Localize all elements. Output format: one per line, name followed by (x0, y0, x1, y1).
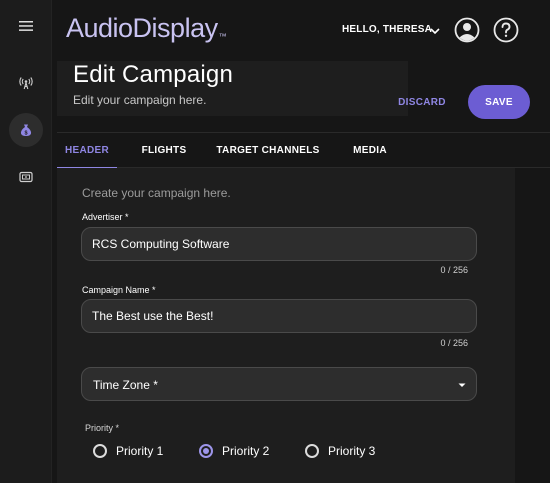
priority-2-label: Priority 2 (222, 444, 270, 458)
priority-3-label: Priority 3 (328, 444, 376, 458)
tab-header[interactable]: HEADER (57, 133, 117, 169)
page-subtitle: Edit your campaign here. (73, 93, 207, 107)
advertiser-input[interactable] (81, 227, 477, 261)
top-bar: AudioDisplay™ HELLO, THERESA (52, 0, 550, 62)
campaign-name-label: Campaign Name * (82, 285, 156, 295)
menu-icon (19, 21, 33, 31)
advertiser-label: Advertiser * (82, 212, 129, 222)
media-card-icon (19, 171, 33, 183)
campaign-name-input[interactable] (81, 299, 477, 333)
app-logo[interactable]: AudioDisplay™ (66, 13, 227, 44)
tab-bar: HEADER FLIGHTS TARGET CHANNELS MEDIA (57, 132, 550, 169)
dropdown-arrow-icon (458, 383, 466, 387)
tab-media[interactable]: MEDIA (343, 133, 397, 168)
advertiser-char-counter: 0 / 256 (440, 265, 468, 275)
priority-3-radio[interactable]: Priority 3 (305, 442, 375, 460)
radio-checked-icon (199, 444, 213, 458)
chevron-down-icon[interactable] (428, 24, 442, 38)
account-circle-icon[interactable] (454, 17, 480, 43)
sidebar-item-channels[interactable] (9, 66, 43, 100)
svg-text:$: $ (24, 130, 27, 136)
priority-2-radio[interactable]: Priority 2 (199, 442, 269, 460)
help-circle-icon[interactable] (493, 17, 519, 43)
priority-label: Priority * (85, 423, 120, 433)
money-bag-icon: $ (20, 124, 32, 136)
priority-1-radio[interactable]: Priority 1 (93, 442, 163, 460)
sidebar-item-campaigns[interactable]: $ (9, 113, 43, 147)
user-greeting[interactable]: HELLO, THERESA (342, 24, 432, 35)
menu-button[interactable] (9, 9, 43, 43)
sidebar: $ (0, 0, 52, 483)
sidebar-item-media[interactable] (9, 160, 43, 194)
form-hint: Create your campaign here. (82, 186, 231, 200)
tab-flights[interactable]: FLIGHTS (129, 133, 199, 168)
discard-button[interactable]: DISCARD (392, 90, 452, 114)
save-button[interactable]: SAVE (468, 85, 530, 119)
time-zone-label: Time Zone * (93, 378, 158, 392)
broadcast-antenna-icon (19, 77, 33, 90)
radio-unchecked-icon (93, 444, 107, 458)
campaign-name-char-counter: 0 / 256 (440, 338, 468, 348)
radio-unchecked-icon (305, 444, 319, 458)
page-title: Edit Campaign (73, 61, 234, 88)
tab-target-channels[interactable]: TARGET CHANNELS (211, 133, 325, 168)
time-zone-select[interactable]: Time Zone * (81, 367, 477, 401)
priority-1-label: Priority 1 (116, 444, 164, 458)
